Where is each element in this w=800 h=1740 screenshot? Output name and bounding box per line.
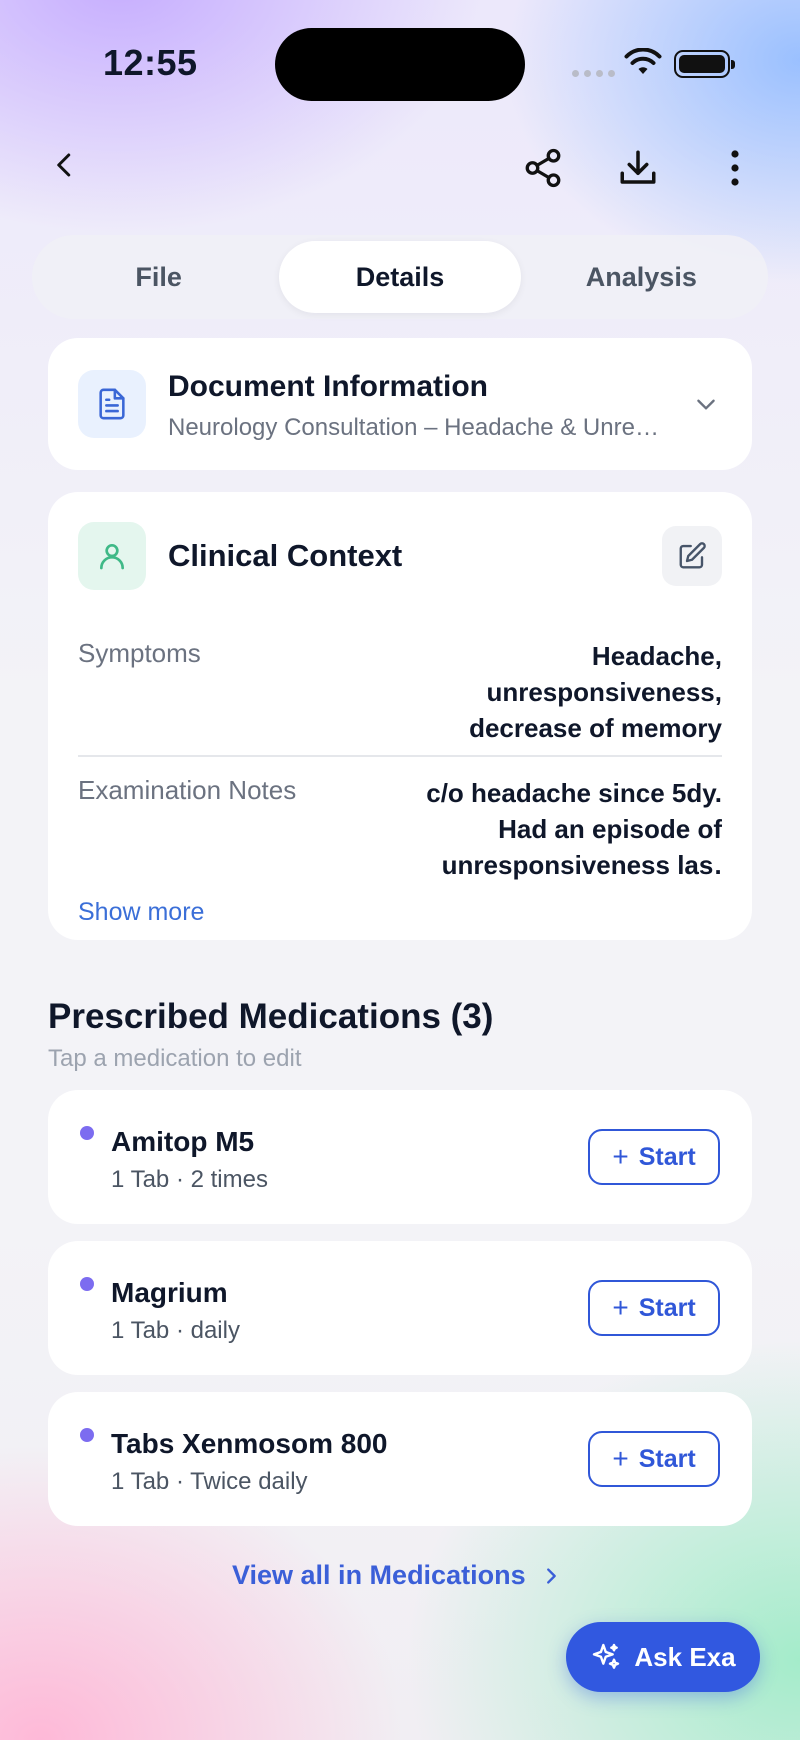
tab-file[interactable]: File <box>38 241 279 313</box>
chevron-right-icon <box>546 1567 556 1584</box>
cellular-signal-icon <box>572 70 615 77</box>
view-all-medications-link[interactable]: View all in Medications <box>232 1560 562 1591</box>
share-button[interactable] <box>518 143 568 193</box>
start-label: Start <box>638 1444 696 1473</box>
start-label: Start <box>638 1293 696 1322</box>
segmented-tabs: File Details Analysis <box>32 235 768 319</box>
plus-icon: + <box>612 1141 629 1172</box>
edit-icon <box>679 542 706 569</box>
medication-dot <box>80 1428 94 1442</box>
chevron-left-icon <box>57 153 71 177</box>
start-medication-button[interactable]: + Start <box>588 1431 720 1487</box>
share-icon <box>525 148 561 188</box>
medications-heading: Prescribed Medications (3) <box>48 997 494 1036</box>
clinical-context-card: Clinical Context Symptoms Headache, unre… <box>48 492 752 940</box>
tab-details[interactable]: Details <box>279 241 521 313</box>
clinical-context-title: Clinical Context <box>168 538 403 573</box>
show-more-link[interactable]: Show more <box>78 898 204 927</box>
start-medication-button[interactable]: + Start <box>588 1280 720 1336</box>
medications-hint: Tap a medication to edit <box>48 1045 302 1072</box>
divider <box>78 755 722 757</box>
download-icon <box>620 150 656 184</box>
medication-name: Magrium <box>111 1277 228 1308</box>
plus-icon: + <box>612 1443 629 1474</box>
examination-notes-label: Examination Notes <box>78 775 297 805</box>
symptoms-value: Headache, unresponsiveness, decrease of … <box>469 641 722 743</box>
status-time: 12:55 <box>103 42 198 83</box>
view-all-label: View all in Medications <box>232 1560 526 1590</box>
document-icon <box>99 388 125 420</box>
medication-name: Tabs Xenmosom 800 <box>111 1428 388 1459</box>
medication-dot <box>80 1126 94 1140</box>
download-button[interactable] <box>613 143 663 193</box>
back-button[interactable] <box>40 140 90 190</box>
document-info-card[interactable]: Document Information Neurology Consultat… <box>48 338 752 470</box>
ask-exa-button[interactable]: Ask Exa <box>566 1622 760 1692</box>
plus-icon: + <box>612 1292 629 1323</box>
examination-notes-value: c/o headache since 5dy. Had an episode o… <box>426 778 722 880</box>
user-icon <box>100 544 124 570</box>
document-info-subtitle: Neurology Consultation – Headache & Unre… <box>168 414 668 441</box>
document-info-title: Document Information <box>168 370 488 403</box>
tab-analysis[interactable]: Analysis <box>521 241 762 313</box>
sparkle-icon <box>593 1643 620 1669</box>
start-label: Start <box>638 1142 696 1171</box>
medication-dose: 1 Tab · 2 times <box>111 1166 268 1193</box>
medication-card[interactable]: Amitop M5 1 Tab · 2 times + Start <box>48 1090 752 1224</box>
more-options-button[interactable] <box>710 143 760 193</box>
medication-card[interactable]: Tabs Xenmosom 800 1 Tab · Twice daily + … <box>48 1392 752 1526</box>
user-icon-tile <box>78 522 146 590</box>
medication-card[interactable]: Magrium 1 Tab · daily + Start <box>48 1241 752 1375</box>
start-medication-button[interactable]: + Start <box>588 1129 720 1185</box>
symptoms-label: Symptoms <box>78 638 201 668</box>
battery-icon <box>674 50 735 78</box>
expand-chevron[interactable] <box>688 386 724 422</box>
chevron-down-icon <box>697 399 715 410</box>
medication-dot <box>80 1277 94 1291</box>
dynamic-island <box>275 28 525 101</box>
more-vertical-icon <box>731 150 739 186</box>
medication-dose: 1 Tab · daily <box>111 1317 240 1344</box>
medication-dose: 1 Tab · Twice daily <box>111 1468 308 1495</box>
edit-button[interactable] <box>662 526 722 586</box>
document-icon-tile <box>78 370 146 438</box>
medication-name: Amitop M5 <box>111 1126 255 1157</box>
wifi-icon <box>624 48 662 74</box>
ask-exa-label: Ask Exa <box>634 1641 736 1672</box>
